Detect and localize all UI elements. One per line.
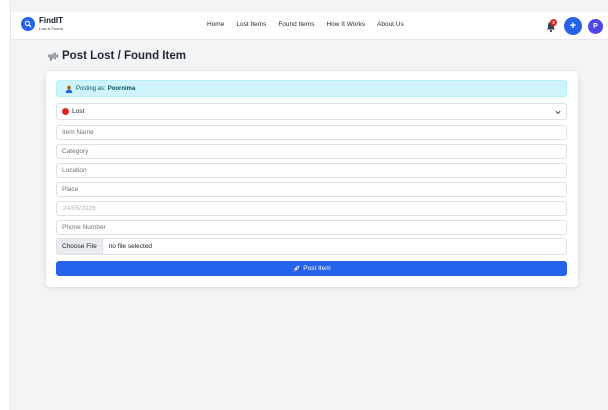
item-type-select[interactable]: Lost — [56, 103, 567, 120]
date-input[interactable]: 24/05/2026 — [56, 201, 567, 216]
nav-link-found-items[interactable]: Found Items — [278, 21, 314, 28]
megaphone-icon — [48, 52, 58, 61]
nav-link-home[interactable]: Home — [207, 21, 224, 28]
phone-number-input[interactable] — [56, 220, 567, 235]
chevron-down-icon — [555, 110, 561, 115]
brand-title: FindIT — [39, 16, 63, 25]
nav-link-about-us[interactable]: About Us — [377, 21, 404, 28]
user-icon — [65, 85, 73, 93]
add-item-button[interactable]: + — [564, 17, 582, 35]
location-input[interactable] — [56, 163, 567, 178]
page-title-text: Post Lost / Found Item — [62, 50, 186, 62]
category-input[interactable] — [56, 144, 567, 159]
file-status-text: no file selected — [108, 243, 153, 250]
item-name-input[interactable] — [56, 125, 567, 140]
red-circle-icon — [62, 108, 69, 115]
post-item-button[interactable]: Post Item — [56, 261, 567, 276]
place-input[interactable] — [56, 182, 567, 197]
page-title: Post Lost / Found Item — [47, 50, 186, 62]
notification-button[interactable]: 3 — [546, 19, 558, 33]
post-item-label: Post Item — [303, 265, 331, 272]
choose-file-button[interactable]: Choose File — [57, 239, 103, 254]
search-icon — [21, 17, 35, 31]
avatar[interactable]: P — [588, 18, 603, 34]
window-left-edge — [0, 0, 11, 410]
app-frame: FindIT Lost & Found Home Lost Items Foun… — [11, 0, 608, 410]
nav-links: Home Lost Items Found Items How It Works… — [207, 21, 416, 28]
rocket-icon — [293, 265, 300, 272]
date-value: 24/05/2026 — [63, 205, 96, 212]
brand[interactable]: FindIT Lost & Found — [21, 17, 63, 31]
nav-actions: 3 + P — [546, 17, 603, 35]
post-item-card: Posting as: Poornima Lost 24/05/2026 Cho… — [46, 71, 578, 287]
file-upload-field[interactable]: Choose File no file selected — [56, 238, 567, 255]
nav-link-lost-items[interactable]: Lost Items — [236, 21, 266, 28]
brand-subtitle: Lost & Found — [39, 26, 63, 31]
posting-as-alert: Posting as: Poornima — [56, 80, 567, 97]
posting-as-label: Posting as: — [76, 85, 106, 92]
notification-badge: 3 — [550, 19, 557, 26]
item-type-value: Lost — [72, 108, 85, 115]
posting-as-user: Poornima — [107, 85, 136, 92]
nav-link-how-it-works[interactable]: How It Works — [326, 21, 365, 28]
navbar: FindIT Lost & Found Home Lost Items Foun… — [11, 12, 608, 40]
